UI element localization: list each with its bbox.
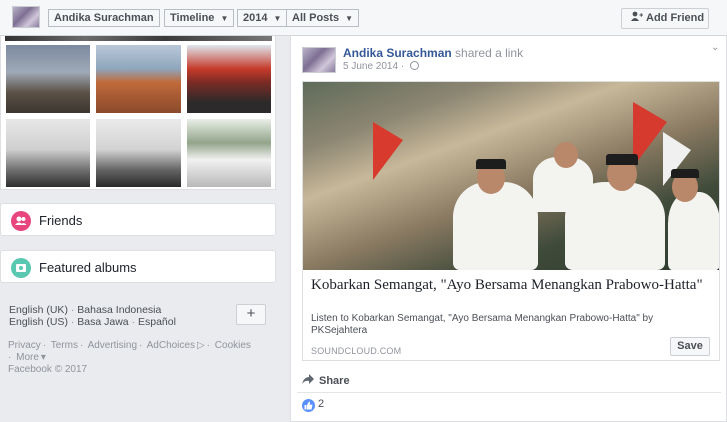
globe-icon xyxy=(409,61,419,70)
post-date[interactable]: 5 June 2014 xyxy=(343,61,398,72)
separator-dot: · xyxy=(42,340,47,351)
post-options-chevron-icon[interactable]: ⌄ xyxy=(711,42,719,53)
timeline-post: Andika Surachman shared a link 5 June 20… xyxy=(290,36,727,422)
albums-icon xyxy=(11,258,31,278)
filter-label: All Posts xyxy=(292,12,340,24)
link-preview-image[interactable] xyxy=(303,82,719,270)
chevron-down-icon: ▼ xyxy=(345,14,353,23)
separator-dot: · xyxy=(79,340,84,351)
language-link[interactable]: English (UK) xyxy=(9,304,68,316)
post-header: Andika Surachman shared a link xyxy=(343,46,523,60)
photo-thumbnail[interactable] xyxy=(186,44,272,114)
divider xyxy=(297,392,721,393)
share-label: Share xyxy=(319,375,350,387)
person-head xyxy=(554,142,578,168)
language-link[interactable]: Español xyxy=(138,316,176,328)
link-title[interactable]: Kobarkan Semangat, "Ayo Bersama Menangka… xyxy=(311,277,711,294)
profile-avatar[interactable] xyxy=(12,6,40,28)
flag-shape xyxy=(373,122,403,180)
photos-grid xyxy=(0,36,276,190)
chevron-down-icon: ▼ xyxy=(273,14,282,23)
copyright-text: Facebook © 2017 xyxy=(8,364,88,375)
chevron-down-icon: ▾ xyxy=(40,352,46,363)
albums-label: Featured albums xyxy=(39,260,137,275)
chevron-down-icon: ▼ xyxy=(220,14,229,23)
language-list: English (UK) · Bahasa Indonesia English … xyxy=(9,304,176,328)
year-label: 2014 xyxy=(243,12,268,24)
add-language-button[interactable]: + xyxy=(236,304,266,325)
timeline-label: Timeline xyxy=(170,12,215,24)
photo-thumbnail[interactable] xyxy=(186,118,272,188)
profile-name-label: Andika Surachman xyxy=(54,12,154,24)
footer-link-more[interactable]: More xyxy=(16,352,39,363)
save-button[interactable]: Save xyxy=(670,337,710,356)
language-link[interactable]: Basa Jawa xyxy=(77,316,128,328)
footer-link-cookies[interactable]: Cookies xyxy=(215,340,251,351)
post-meta: 5 June 2014 · xyxy=(343,61,419,72)
separator-dot: · xyxy=(67,316,78,328)
share-button[interactable]: Share xyxy=(302,374,350,387)
person-plus-icon xyxy=(631,9,643,28)
filter-dropdown[interactable]: All Posts ▼ xyxy=(286,9,359,27)
photo-strip xyxy=(5,36,272,41)
person-shape xyxy=(565,182,665,270)
friends-card[interactable]: Friends xyxy=(0,203,276,236)
add-friend-button[interactable]: Add Friend xyxy=(621,8,709,29)
profile-top-bar: Andika Surachman Timeline ▼ 2014 ▼ All Pos… xyxy=(0,0,727,36)
link-domain: SOUNDCLOUD.COM xyxy=(311,346,402,356)
year-dropdown[interactable]: 2014 ▼ xyxy=(237,9,288,27)
flag-shape xyxy=(633,102,667,167)
footer-link-privacy[interactable]: Privacy xyxy=(8,340,41,351)
person-cap xyxy=(671,169,699,178)
link-preview[interactable]: Kobarkan Semangat, "Ayo Bersama Menangka… xyxy=(302,81,720,361)
share-arrow-icon xyxy=(302,374,314,387)
post-action-text: shared a link xyxy=(455,46,524,60)
separator-dot: · xyxy=(206,340,211,351)
separator-dot: · xyxy=(67,304,78,316)
footer-link-advertising[interactable]: Advertising xyxy=(88,340,137,351)
footer-link-terms[interactable]: Terms xyxy=(51,340,78,351)
featured-albums-card[interactable]: Featured albums xyxy=(0,250,276,283)
friends-label: Friends xyxy=(39,213,83,228)
plus-icon: + xyxy=(246,305,256,322)
photo-thumbnail[interactable] xyxy=(95,44,182,114)
footer-links: Privacy · Terms · Advertising · AdChoices ▷ ·… xyxy=(8,340,278,376)
profile-name-button[interactable]: Andika Surachman xyxy=(48,9,160,27)
separator-dot: · xyxy=(8,352,12,363)
language-link[interactable]: English (US) xyxy=(9,316,68,328)
friends-icon xyxy=(11,211,31,231)
footer-link-adchoices[interactable]: AdChoices xyxy=(147,340,195,351)
person-shape xyxy=(668,192,719,270)
timeline-dropdown[interactable]: Timeline ▼ xyxy=(164,9,235,27)
photo-thumbnail[interactable] xyxy=(95,118,182,188)
person-cap xyxy=(606,154,638,165)
like-count: 2 xyxy=(318,398,325,410)
post-author-name[interactable]: Andika Surachman xyxy=(343,46,452,60)
separator-dot: · xyxy=(139,340,143,351)
adchoices-icon: ▷ xyxy=(196,340,205,351)
language-link[interactable]: Bahasa Indonesia xyxy=(77,304,161,316)
add-friend-label: Add Friend xyxy=(646,12,705,24)
post-author-avatar[interactable] xyxy=(302,47,336,73)
link-description: Listen to Kobarkan Semangat, "Ayo Bersam… xyxy=(311,313,654,336)
photo-thumbnail[interactable] xyxy=(5,118,91,188)
separator-dot: · xyxy=(128,316,138,328)
person-shape xyxy=(453,182,538,270)
thumbs-up-icon xyxy=(302,399,315,412)
likes-summary[interactable]: 2 xyxy=(302,398,324,412)
photo-thumbnail[interactable] xyxy=(5,44,91,114)
person-cap xyxy=(476,159,506,169)
